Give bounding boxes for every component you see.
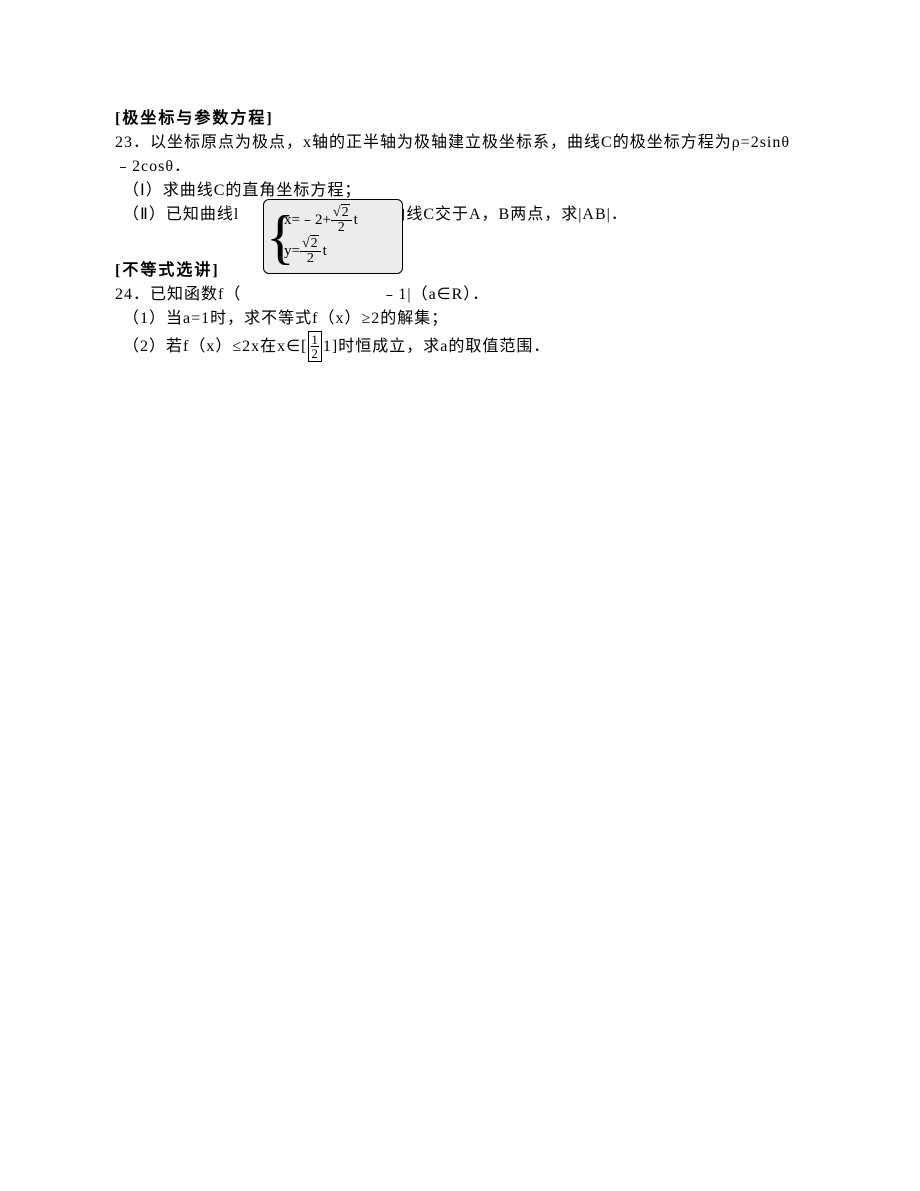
q24-part2-line: （2）若f（x）≤2x在x∈[ 1 2 1]时恒成立，求a的取值范围． — [115, 331, 805, 362]
fraction-sqrt2-over-2-a: 2 2 — [331, 206, 352, 235]
q23-parametric-formula-box: { x=﹣2+ 2 2 t y= 2 2 t — [263, 199, 403, 274]
q24-stem-after: ﹣1|（a∈R）． — [381, 286, 489, 303]
section-header-polar: [极坐标与参数方程] — [115, 107, 805, 131]
left-brace-icon: { — [266, 207, 295, 267]
fraction-one-half-box: 1 2 — [308, 331, 322, 362]
q23-part2-line: （Ⅱ）已知曲线l 曲线C交于A，B两点，求|AB|． { x=﹣2+ 2 2 t… — [115, 203, 805, 227]
q23-part2-before: （Ⅱ）已知曲线l — [123, 206, 239, 223]
formula-eq-y: y= 2 2 t — [284, 237, 396, 266]
q23-number: 23． — [115, 134, 150, 151]
q24-part1: （1）当a=1时，求不等式f（x）≥2的解集； — [115, 307, 805, 331]
q23-part1: （Ⅰ）求曲线C的直角坐标方程； — [115, 179, 805, 203]
q24-stem-before: 已知函数f（ — [150, 286, 241, 303]
q24-part2-after: 1]时恒成立，求a的取值范围． — [323, 335, 550, 359]
q23-stem-line: 23．以坐标原点为极点，x轴的正半轴为极轴建立极坐标系，曲线C的极坐标方程为ρ=… — [115, 131, 805, 179]
q24-part2-before: （2）若f（x）≤2x在x∈[ — [123, 335, 307, 359]
sqrt-radicand: 2 — [310, 235, 319, 251]
fraction-sqrt2-over-2-b: 2 2 — [300, 237, 321, 266]
q24-number: 24． — [115, 286, 150, 303]
frac-num: 1 — [311, 333, 319, 347]
var-t: t — [354, 212, 358, 229]
frac-den: 2 — [331, 221, 352, 235]
var-t: t — [323, 243, 327, 260]
section-header-inequality: [不等式选讲] — [115, 259, 805, 283]
q24-stem-line: 24．已知函数f（ ﹣1|（a∈R）． — [115, 283, 805, 307]
q23-part2-after: 曲线C交于A，B两点，求|AB|． — [389, 206, 628, 223]
q23-stem: 以坐标原点为极点，x轴的正半轴为极轴建立极坐标系，曲线C的极坐标方程为ρ=2si… — [115, 134, 790, 175]
frac-den: 2 — [300, 252, 321, 266]
formula-eq-x: x=﹣2+ 2 2 t — [284, 206, 396, 235]
frac-den: 2 — [311, 347, 319, 360]
sqrt-radicand: 2 — [341, 204, 350, 220]
